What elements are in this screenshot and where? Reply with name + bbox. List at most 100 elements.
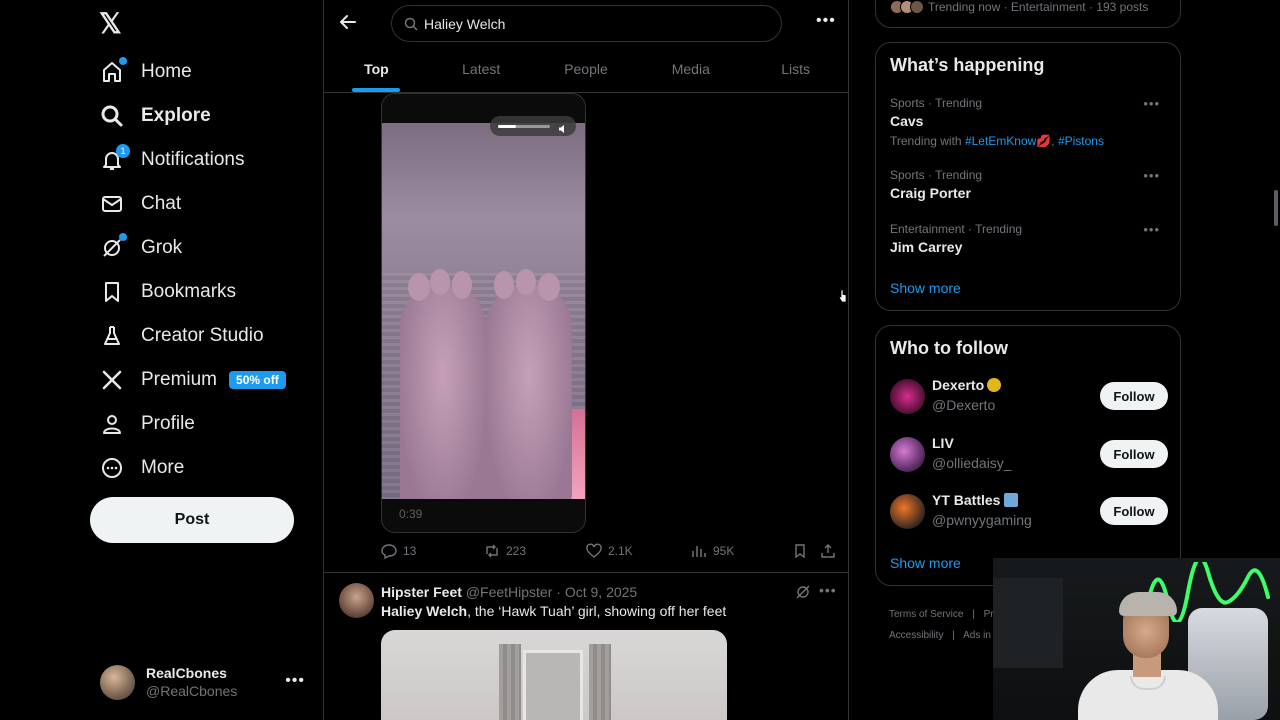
hashtag-link[interactable]: #Pistons [1058, 134, 1104, 148]
nav-item-explore[interactable]: Explore [100, 101, 211, 131]
post-button[interactable]: Post [90, 497, 294, 543]
view-count: 95K [713, 544, 735, 558]
toe [408, 273, 430, 301]
avatar [910, 0, 924, 14]
nav-item-home[interactable]: Home [100, 57, 192, 87]
nav-label-notifications: Notifications [141, 149, 245, 170]
who-to-follow-card: Who to follow Dexerto @Dexerto Follow LI… [875, 325, 1181, 586]
repost-button[interactable]: 223 [484, 543, 526, 559]
nav-item-notifications[interactable]: 1 Notifications [100, 144, 245, 175]
more-dots-icon[interactable]: ••• [1143, 168, 1160, 183]
trending-now-text: Trending now · Entertainment · 193 posts [928, 0, 1149, 14]
avatar[interactable] [339, 583, 374, 618]
author-handle[interactable]: @FeetHipster [466, 584, 553, 600]
bell-icon: 1 [100, 144, 130, 172]
avatar [100, 664, 135, 700]
footer-link-terms[interactable]: Terms of Service [889, 609, 963, 620]
post-text-rest: , the ‘Hawk Tuah’ girl, showing off her … [467, 603, 727, 619]
like-count: 2.1K [608, 544, 633, 558]
nav-label-grok: Grok [141, 237, 183, 258]
trend-item[interactable]: Sports · Trending Cavs Trending with #Le… [890, 96, 1168, 148]
scrollbar-thumb[interactable] [1274, 190, 1278, 226]
trend-name: Jim Carrey [890, 239, 963, 255]
repost-count: 223 [506, 544, 527, 558]
speaker-icon[interactable] [558, 121, 568, 133]
more-dots-icon[interactable]: ••• [816, 12, 836, 30]
nav-item-creator-studio[interactable]: Creator Studio [100, 321, 264, 351]
tab-media[interactable]: Media [638, 46, 743, 92]
author-name[interactable]: Hipster Feet [381, 584, 462, 600]
more-dots-icon[interactable]: ••• [1143, 222, 1160, 237]
hashtag-link[interactable]: #LetEmKnow [965, 134, 1036, 148]
toe [430, 269, 450, 295]
follow-suggestion[interactable]: LIV @olliedaisy_ Follow [890, 435, 1168, 475]
nav-label-home: Home [141, 61, 192, 82]
share-button[interactable] [820, 543, 842, 559]
nav-label-chat: Chat [141, 193, 182, 214]
bookmark-button[interactable] [792, 543, 814, 559]
tab-lists[interactable]: Lists [743, 46, 848, 92]
trend-item[interactable]: Sports · Trending Craig Porter ••• [890, 168, 1168, 201]
trending-now-card[interactable]: Trending now · Entertainment · 193 posts [875, 0, 1181, 28]
unread-dot [119, 57, 127, 65]
suggestion-name: YT Battles [932, 492, 1019, 508]
show-more-trends-link[interactable]: Show more [890, 280, 961, 296]
search-input[interactable]: Haliey Welch [391, 5, 782, 42]
avatar [890, 379, 925, 414]
foot-left [400, 283, 486, 499]
video-timestamp: 0:39 [399, 507, 423, 521]
search-icon [100, 104, 124, 128]
footer-link-accessibility[interactable]: Accessibility [889, 630, 943, 641]
repost-icon [484, 543, 500, 559]
nav-item-bookmarks[interactable]: Bookmarks [100, 277, 236, 307]
hand-cursor-icon [838, 289, 847, 303]
account-name: RealCbones [146, 665, 227, 681]
suggestion-name-text: YT Battles [932, 492, 1001, 508]
grok-icon[interactable] [795, 584, 811, 600]
follow-button[interactable]: Follow [1100, 497, 1168, 525]
like-button[interactable]: 2.1K [586, 543, 633, 559]
tab-people[interactable]: People [534, 46, 639, 92]
follow-suggestion[interactable]: YT Battles @pwnyygaming Follow [890, 492, 1168, 532]
footer-separator: | [972, 609, 975, 620]
nav-item-profile[interactable]: Profile [100, 409, 195, 439]
more-dots-icon[interactable]: ••• [285, 672, 305, 690]
search-icon [404, 17, 418, 31]
follow-button[interactable]: Follow [1100, 440, 1168, 468]
toe [538, 273, 560, 301]
more-dots-icon[interactable]: ••• [1143, 96, 1160, 111]
reply-count: 13 [403, 544, 417, 558]
post-date[interactable]: · Oct 9, 2025 [556, 584, 637, 600]
nav-item-chat[interactable]: Chat [100, 189, 181, 219]
nav-label-profile: Profile [141, 413, 195, 434]
account-handle: @RealCbones [146, 683, 238, 699]
account-switcher[interactable]: RealCbones @RealCbones ••• [100, 662, 310, 702]
nav-item-premium[interactable]: Premium 50% off [100, 365, 286, 395]
post-media-image[interactable] [381, 630, 727, 720]
volume-slider[interactable] [490, 116, 576, 136]
nav-label-premium: Premium [141, 369, 218, 390]
tab-top[interactable]: Top [324, 46, 429, 92]
tab-latest[interactable]: Latest [429, 46, 534, 92]
room-window [523, 650, 583, 720]
nav-item-more[interactable]: More [100, 453, 184, 483]
reply-button[interactable]: 13 [381, 543, 417, 560]
trend-name: Cavs [890, 113, 924, 129]
nav-item-grok[interactable]: Grok [100, 233, 182, 263]
toe [452, 271, 472, 299]
trend-item[interactable]: Entertainment · Trending Jim Carrey ••• [890, 222, 1168, 255]
show-more-follow-link[interactable]: Show more [890, 555, 961, 571]
follow-button[interactable]: Follow [1100, 382, 1168, 410]
views-button[interactable]: 95K [691, 543, 734, 559]
back-arrow-icon[interactable] [338, 12, 360, 34]
footer-link-ads[interactable]: Ads in [963, 630, 991, 641]
left-navigation: 𝕏 Home Explore 1 Notifications Chat Grok… [0, 0, 323, 720]
more-dots-icon[interactable]: ••• [819, 582, 837, 598]
heart-icon [586, 543, 602, 559]
video-player[interactable]: 0:39 [381, 93, 586, 533]
x-logo-icon[interactable]: 𝕏 [99, 10, 127, 38]
curtain [589, 644, 611, 720]
footer-separator: | [952, 630, 955, 641]
follow-suggestion[interactable]: Dexerto @Dexerto Follow [890, 377, 1168, 417]
background-monitor [993, 578, 1063, 668]
